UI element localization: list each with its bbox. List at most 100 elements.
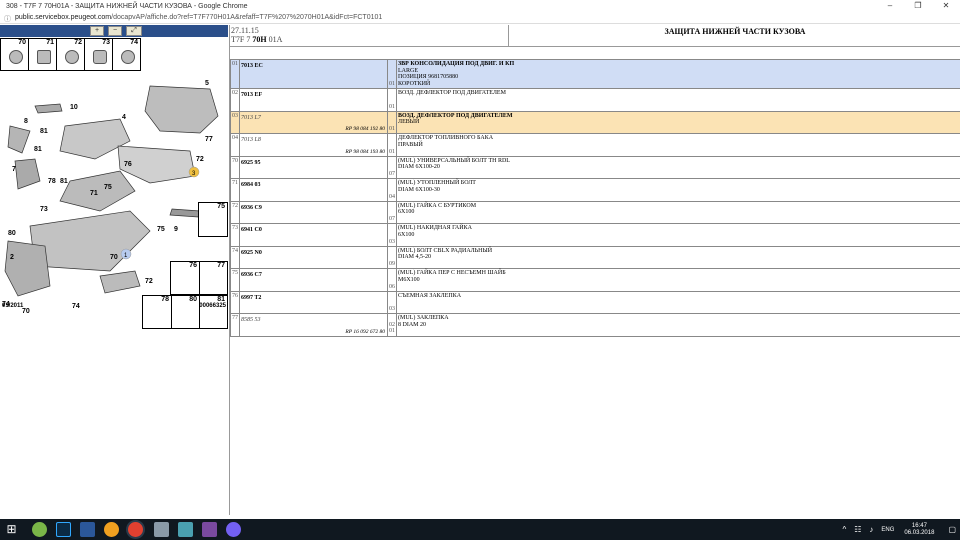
tray-arrow-icon[interactable]: ^	[842, 525, 846, 534]
bolt-icon	[9, 50, 23, 64]
clock[interactable]: 16:47 06.03.2018	[904, 523, 934, 537]
quantity-cell: 01	[387, 110, 397, 134]
part-number-cell[interactable]: 7013 EF	[239, 88, 388, 112]
part-number-cell[interactable]: 8585 53 RP 16 092 672 80	[239, 313, 388, 337]
part-number[interactable]: 6936 C7	[241, 270, 386, 278]
table-row[interactable]: 74 6925 N0 09 (MUL) БОЛТ CBLX РАДИАЛЬНЫЙ DIA…	[230, 245, 960, 269]
table-row[interactable]: 04 7013 L8 RP 98 084 193 80 01 ДЕФЛЕКТОР ТОП…	[230, 133, 960, 157]
detail-box-81[interactable]: 81	[199, 295, 228, 329]
table-row[interactable]: 72 6936 C9 07 (MUL) ГАЙКА С БУРТИКОМ 6X100	[230, 200, 960, 224]
quantity-cell: 06	[387, 268, 397, 292]
system-tray: ^ ☷ ♪ ENG 16:47 06.03.2018 ▢	[838, 519, 960, 540]
description-cell: (MUL) УНИВЕРСАЛЬНЫЙ БОЛТ TH RDL DIAM 6X10…	[396, 155, 960, 179]
part-number-cell[interactable]: 6936 C7	[239, 268, 388, 292]
nut-icon	[93, 50, 107, 64]
minimize-icon[interactable]: –	[876, 0, 904, 12]
volume-icon[interactable]: ♪	[869, 525, 873, 534]
app-icon-green[interactable]	[32, 522, 47, 537]
zoom-in-icon[interactable]: +	[90, 26, 104, 36]
part-number[interactable]: 6925 N0	[241, 248, 386, 256]
language-indicator[interactable]: ENG	[881, 527, 894, 533]
table-row[interactable]: 73 6941 C0 03 (MUL) НАКИДНАЯ ГАЙКА 6X100	[230, 223, 960, 247]
part-number[interactable]: 6925 95	[241, 158, 386, 166]
description-cell: ЗВР КОНСОЛИДАЦИЯ ПОД ДВИГ. И КП LARGE ПОЗИ…	[396, 59, 960, 89]
position-cell: 01	[230, 59, 240, 89]
thumb-74[interactable]: 74	[112, 38, 141, 71]
description-cell: ДЕФЛЕКТОР ТОПЛИВНОГО БАКА ПРАВЫЙ	[396, 133, 960, 157]
detail-box-77[interactable]: 77	[199, 261, 228, 295]
replacement-part[interactable]: RP 98 084 193 80	[345, 149, 385, 155]
photoshop-icon[interactable]	[56, 522, 71, 537]
table-row[interactable]: 01 7013 EC 01 ЗВР КОНСОЛИДАЦИЯ ПОД ДВИГ. И …	[230, 59, 960, 89]
diagram-toolbar: + − ⤢	[0, 25, 228, 37]
start-icon[interactable]: ⊞	[4, 522, 19, 537]
part-number-cell[interactable]: 6941 C0	[239, 223, 388, 247]
svg-text:74: 74	[72, 303, 80, 310]
word-icon[interactable]	[80, 522, 95, 537]
part-number[interactable]: 6941 C0	[241, 225, 386, 233]
zoom-fit-icon[interactable]: ⤢	[126, 26, 142, 36]
svg-text:2: 2	[10, 254, 14, 261]
part-number-cell[interactable]: 6936 C9	[239, 200, 388, 224]
part-number-cell[interactable]: 6984 03	[239, 178, 388, 202]
chrome-icon[interactable]	[128, 522, 143, 537]
table-row[interactable]: 71 6984 03 04 (MUL) УТОПЛЕННЫЙ БОЛТ DIAM 6X1…	[230, 178, 960, 202]
taskbar: ⊞ ^ ☷ ♪ ENG 16:47 06.03.2018 ▢	[0, 519, 960, 540]
thumb-72[interactable]: 72	[56, 38, 85, 71]
maximize-icon[interactable]: ❐	[904, 0, 932, 12]
part-number[interactable]: 6984 03	[241, 180, 386, 188]
table-row[interactable]: 77 8585 53 RP 16 092 672 80 02 01 (MUL) ЗАКЛЕ…	[230, 313, 960, 337]
table-row[interactable]: 75 6936 C7 06 (MUL) ГАЙКА ПЕР С НЕСЪЕМН ШАЙ…	[230, 268, 960, 292]
part-number[interactable]: 7013 EC	[241, 61, 386, 69]
quantity-cell: 07	[387, 200, 397, 224]
page-info-icon[interactable]: ⓘ	[4, 14, 12, 23]
notifications-icon[interactable]: ▢	[948, 525, 956, 534]
svg-text:81: 81	[34, 146, 42, 153]
part-number-cell[interactable]: 7013 EC	[239, 59, 388, 89]
part-number[interactable]: 6936 C9	[241, 203, 386, 211]
part-number[interactable]: 6997 T2	[241, 293, 386, 301]
svg-text:76: 76	[124, 161, 132, 168]
thumb-70[interactable]: 70	[0, 38, 29, 71]
position-cell: 02	[230, 88, 240, 112]
svg-text:9: 9	[174, 226, 178, 233]
app-icon-teal[interactable]	[178, 522, 193, 537]
detail-box-75[interactable]: 75	[198, 202, 228, 237]
part-number-cell[interactable]: 6925 95	[239, 155, 388, 179]
quantity-cell: 04	[387, 178, 397, 202]
part-number-cell[interactable]: 6925 N0	[239, 245, 388, 269]
table-row[interactable]: 02 7013 EF 01 ВОЗД. ДЕФЛЕКТОР ПОД ДВИГАТЕЛЕ…	[230, 88, 960, 112]
thumb-73[interactable]: 73	[84, 38, 113, 71]
detail-box-78[interactable]: 78	[142, 295, 172, 329]
window-title: 308 - T7F 7 70H01A - ЗАЩИТА НИЖНЕЙ ЧАСТИ…	[6, 2, 248, 10]
address-bar[interactable]: ⓘ public.servicebox.peugeot.com /docapvA…	[0, 12, 960, 24]
part-number[interactable]: 8585 53	[241, 315, 386, 323]
part-number[interactable]: 7013 EF	[241, 90, 386, 98]
network-icon[interactable]: ☷	[854, 525, 861, 534]
position-cell: 72	[230, 200, 240, 224]
part-number-cell[interactable]: 7013 L7 RP 98 084 192 80	[239, 110, 388, 134]
zoom-out-icon[interactable]: −	[108, 26, 122, 36]
description-cell: (MUL) ГАЙКА ПЕР С НЕСЪЕМН ШАЙБ M6X100	[396, 268, 960, 292]
app-icon-gray[interactable]	[154, 522, 169, 537]
replacement-part[interactable]: RP 98 084 192 80	[345, 126, 385, 132]
app-icon-purple[interactable]	[202, 522, 217, 537]
app-icon-orange[interactable]	[104, 522, 119, 537]
part-number[interactable]: 7013 L7	[241, 113, 386, 121]
detail-box-76[interactable]: 76	[170, 261, 200, 295]
diagram-panel: + − ⤢ 70 71 72 73 74 5 10 8 81 4 81 7 78…	[0, 25, 228, 515]
part-number[interactable]: 7013 L8	[241, 135, 386, 143]
description-cell: (MUL) ГАЙКА С БУРТИКОМ 6X100	[396, 200, 960, 224]
svg-text:72: 72	[145, 278, 153, 285]
part-number-cell[interactable]: 6997 T2	[239, 290, 388, 314]
part-number-cell[interactable]: 7013 L8 RP 98 084 193 80	[239, 133, 388, 157]
table-row[interactable]: 76 6997 T2 03 СЪЕМНАЯ ЗАКЛЕПКА	[230, 290, 960, 314]
table-row[interactable]: 03 7013 L7 RP 98 084 192 80 01 ВОЗД. ДЕФЛЕКТ…	[230, 110, 960, 134]
detail-box-80[interactable]: 80	[171, 295, 200, 329]
thumb-71[interactable]: 71	[28, 38, 57, 71]
table-row[interactable]: 70 6925 95 07 (MUL) УНИВЕРСАЛЬНЫЙ БОЛТ TH R…	[230, 155, 960, 179]
svg-text:75: 75	[157, 226, 165, 233]
viber-icon[interactable]	[226, 522, 241, 537]
replacement-part[interactable]: RP 16 092 672 80	[345, 329, 385, 335]
close-icon[interactable]: ✕	[932, 0, 960, 12]
